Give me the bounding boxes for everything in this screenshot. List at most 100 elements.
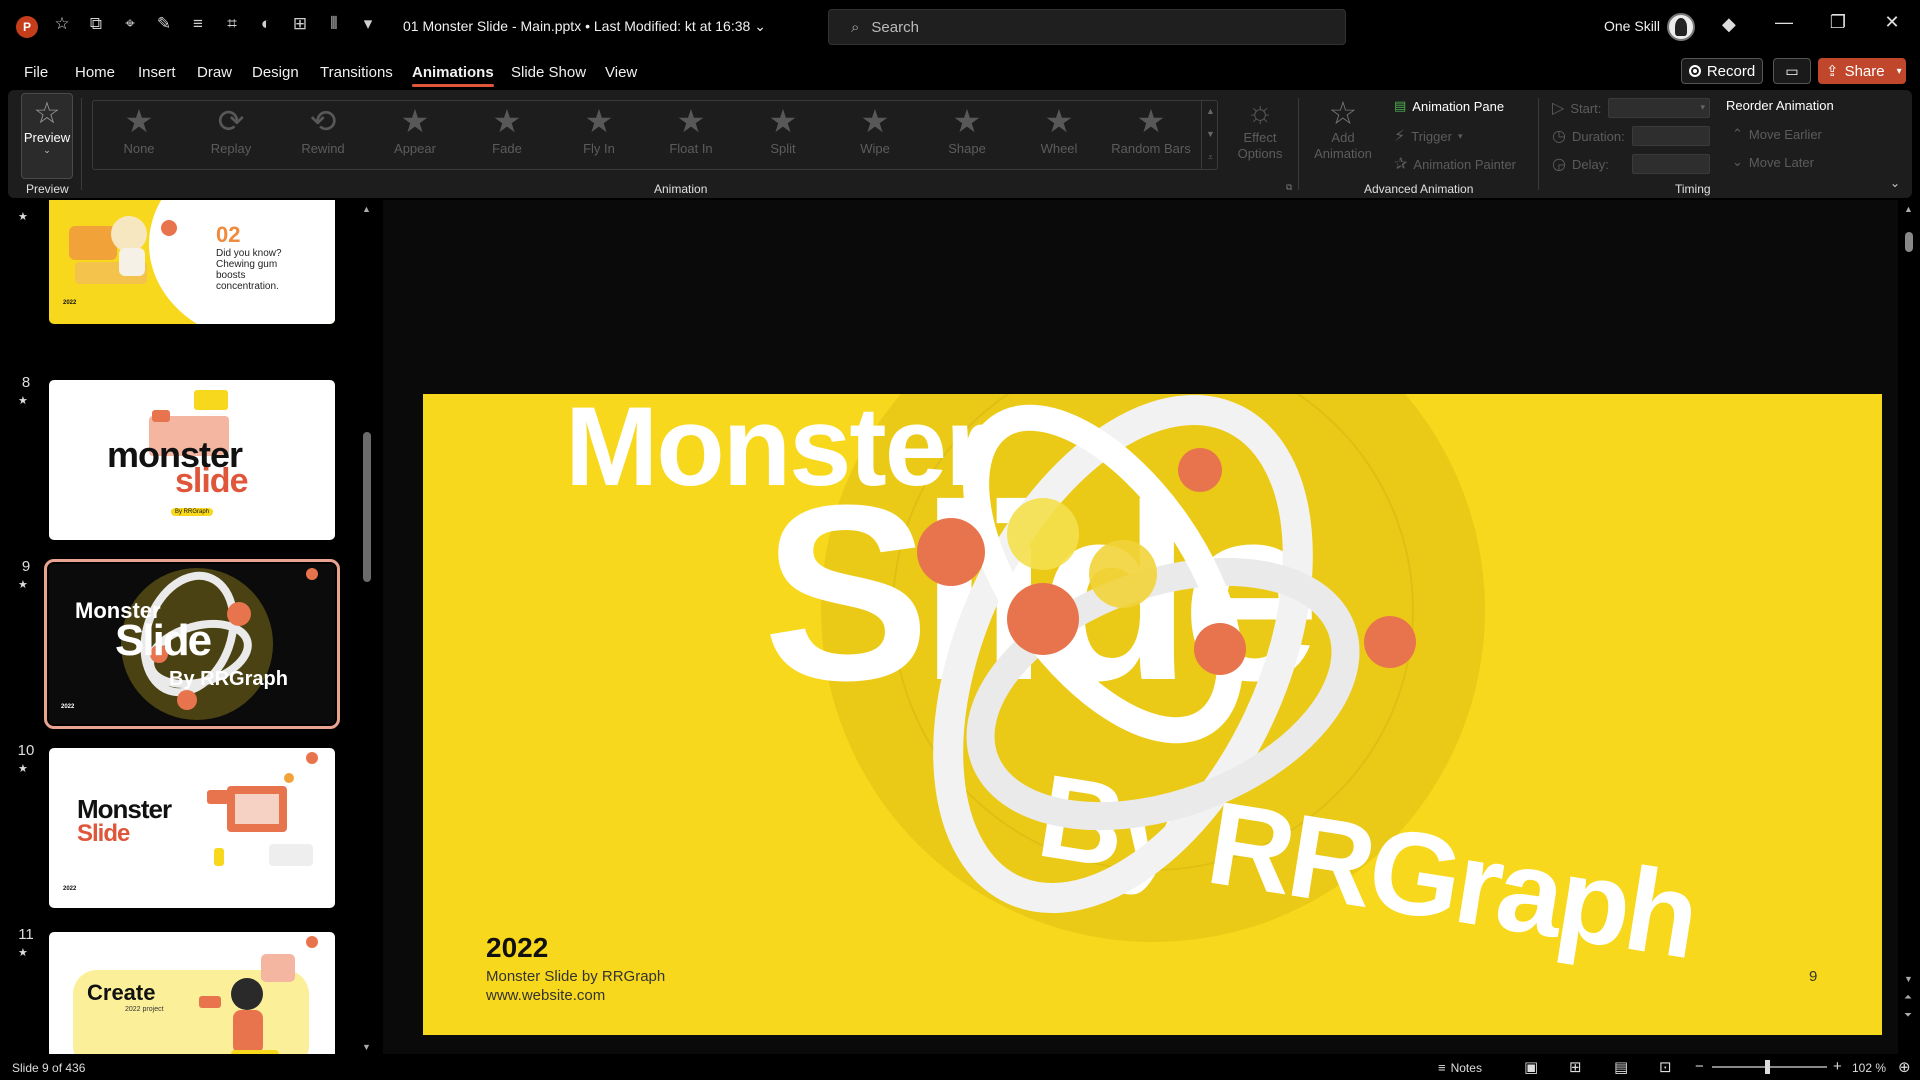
editor-scrollbar[interactable]: ▲ ▼ ⏶ ⏷: [1898, 200, 1920, 1054]
slide-number-8: 8: [21, 374, 31, 391]
animation-random-bars[interactable]: ★ Random Bars: [1105, 103, 1197, 156]
animation-appear[interactable]: ★ Appear: [369, 103, 461, 156]
scrollbar-thumb[interactable]: [1905, 232, 1913, 252]
animation-split[interactable]: ★ Split: [737, 103, 829, 156]
gallery-up-icon[interactable]: ▲: [1202, 100, 1219, 123]
gallery-more-icon[interactable]: ⩡: [1202, 146, 1219, 169]
comments-button[interactable]: ▭: [1773, 58, 1811, 84]
animation-none[interactable]: ★ None: [93, 103, 185, 156]
scroll-down-icon[interactable]: ▼: [362, 1042, 371, 1052]
share-label: Share: [1844, 62, 1885, 80]
thumbnail-scrollbar[interactable]: ▲ ▼: [362, 204, 372, 1052]
shape-fill-icon[interactable]: ◐: [256, 14, 276, 34]
animation-dialog-launcher-icon[interactable]: ⧉: [1286, 182, 1292, 193]
ribbon: ☆ Preview ⌄ Preview ★ None ⟳ Replay ⟲ Rewin…: [8, 90, 1912, 198]
status-bar: Slide 9 of 436 ≡ Notes ▣ ⊞ ▤ ⊡ − + 102 %…: [0, 1054, 1920, 1080]
pen-icon[interactable]: ✎: [154, 14, 174, 34]
tab-insert[interactable]: Insert: [138, 64, 176, 81]
fit-to-window-icon[interactable]: ⊕: [1898, 1058, 1911, 1076]
document-title[interactable]: 01 Monster Slide - Main.pptx • Last Modi…: [403, 18, 766, 35]
next-slide-icon[interactable]: ⏷: [1904, 1010, 1912, 1021]
chevron-up-icon: ⌃: [1732, 126, 1743, 141]
premium-diamond-icon[interactable]: ◆: [1722, 14, 1736, 35]
animation-label: Wipe: [860, 141, 890, 156]
slide-thumbnail-9[interactable]: Monster Slide By RRGraph 2022: [44, 559, 340, 729]
zoom-slider[interactable]: [1712, 1060, 1827, 1074]
tab-animations[interactable]: Animations: [412, 64, 494, 87]
zoom-slider-knob[interactable]: [1765, 1060, 1770, 1074]
animation-fade[interactable]: ★ Fade: [461, 103, 553, 156]
share-button[interactable]: ⇪ Share ▾: [1818, 58, 1906, 84]
slide-11-line2: 2022 project: [125, 1006, 164, 1013]
slide-thumbnail-8[interactable]: monster slide By RRGraph: [49, 380, 335, 540]
tab-design[interactable]: Design: [252, 64, 299, 81]
animation-wheel[interactable]: ★ Wheel: [1013, 103, 1105, 156]
distribute-icon[interactable]: ⫴: [324, 14, 344, 34]
scroll-down-icon[interactable]: ▼: [1904, 974, 1913, 984]
reading-view-icon[interactable]: ▤: [1614, 1058, 1628, 1076]
scrollbar-thumb[interactable]: [363, 432, 371, 582]
animation-rewind[interactable]: ⟲ Rewind: [277, 103, 369, 156]
close-icon[interactable]: ✕: [1877, 12, 1907, 33]
align-icon[interactable]: ≡: [188, 14, 208, 34]
tab-transitions[interactable]: Transitions: [320, 64, 393, 81]
normal-view-icon[interactable]: ▣: [1524, 1058, 1538, 1076]
arrange-icon[interactable]: ⊞: [290, 14, 310, 34]
tab-home[interactable]: Home: [75, 64, 115, 81]
tab-file[interactable]: File: [24, 64, 48, 81]
slide-thumbnail-7[interactable]: 02 Did you know? Chewing gum boosts conc…: [49, 200, 335, 324]
animation-replay[interactable]: ⟳ Replay: [185, 103, 277, 156]
main-slide-canvas[interactable]: Monster Slide By RRGraph 2022 Monster Sl…: [423, 394, 1882, 1035]
scroll-up-icon[interactable]: ▲: [362, 204, 371, 214]
slide-show-icon[interactable]: ⊡: [1659, 1058, 1672, 1076]
animation-float-in[interactable]: ★ Float In: [645, 103, 737, 156]
search-input[interactable]: [871, 18, 1272, 36]
search-box[interactable]: ⌕: [828, 9, 1346, 45]
collapse-ribbon-icon[interactable]: ⌄: [1890, 176, 1900, 190]
animation-shape[interactable]: ★ Shape: [921, 103, 1013, 156]
slide-thumbnail-11[interactable]: Create 2022 project: [49, 932, 335, 1054]
record-button[interactable]: Record: [1681, 58, 1763, 84]
customize-qat-icon[interactable]: ▾: [358, 14, 378, 34]
add-animation-button[interactable]: ☆ Add Animation: [1308, 96, 1378, 162]
start-dropdown[interactable]: ▾: [1608, 98, 1710, 118]
tab-draw[interactable]: Draw: [197, 64, 232, 81]
slide-sorter-icon[interactable]: ⊞: [1569, 1058, 1582, 1076]
share-dropdown-icon[interactable]: ▾: [1897, 66, 1902, 77]
avatar[interactable]: [1667, 13, 1695, 41]
save-layout-icon[interactable]: ⧉: [86, 14, 106, 34]
group-label-timing: Timing: [1675, 182, 1711, 196]
previous-slide-icon[interactable]: ⏶: [1904, 992, 1912, 1003]
shape-star-icon: ★: [952, 103, 982, 139]
crop-icon[interactable]: ⌗: [222, 14, 242, 34]
group-label-advanced-animation: Advanced Animation: [1364, 182, 1474, 196]
notes-button[interactable]: ≡ Notes: [1438, 1060, 1482, 1075]
tab-view[interactable]: View: [605, 64, 637, 81]
trigger-button[interactable]: ⚡ Trigger ▾: [1394, 126, 1462, 146]
move-later-label: Move Later: [1748, 154, 1814, 170]
zoom-level[interactable]: 102 %: [1852, 1061, 1886, 1075]
effect-options-button[interactable]: ☼ Effect Options: [1230, 96, 1290, 162]
autosave-star-icon[interactable]: ☆: [52, 14, 72, 34]
user-name[interactable]: One Skill: [1604, 18, 1660, 34]
start-play-icon: ▷: [1552, 100, 1565, 117]
duration-stepper[interactable]: [1632, 126, 1710, 146]
animation-pane-button[interactable]: ▤ Animation Pane: [1394, 98, 1504, 114]
delay-stepper[interactable]: [1632, 154, 1710, 174]
zoom-out-icon[interactable]: −: [1695, 1058, 1704, 1075]
tab-slide-show[interactable]: Slide Show: [511, 64, 586, 81]
animation-wipe[interactable]: ★ Wipe: [829, 103, 921, 156]
move-later-button[interactable]: ⌄ Move Later: [1732, 154, 1814, 170]
animation-fly-in[interactable]: ★ Fly In: [553, 103, 645, 156]
restore-icon[interactable]: ❐: [1823, 12, 1853, 33]
animation-painter-button[interactable]: ✰ Animation Painter: [1394, 154, 1516, 174]
pointer-mode-icon[interactable]: ⌖: [120, 14, 140, 34]
gallery-down-icon[interactable]: ▼: [1202, 123, 1219, 146]
scroll-up-icon[interactable]: ▲: [1904, 204, 1913, 214]
zoom-in-icon[interactable]: +: [1833, 1058, 1842, 1075]
minimize-icon[interactable]: —: [1769, 12, 1799, 33]
animation-painter-icon: ✰: [1394, 156, 1408, 173]
preview-button[interactable]: ☆ Preview ⌄: [21, 93, 73, 179]
slide-thumbnail-10[interactable]: Monster Slide 2022: [49, 748, 335, 908]
move-earlier-button[interactable]: ⌃ Move Earlier: [1732, 126, 1822, 142]
